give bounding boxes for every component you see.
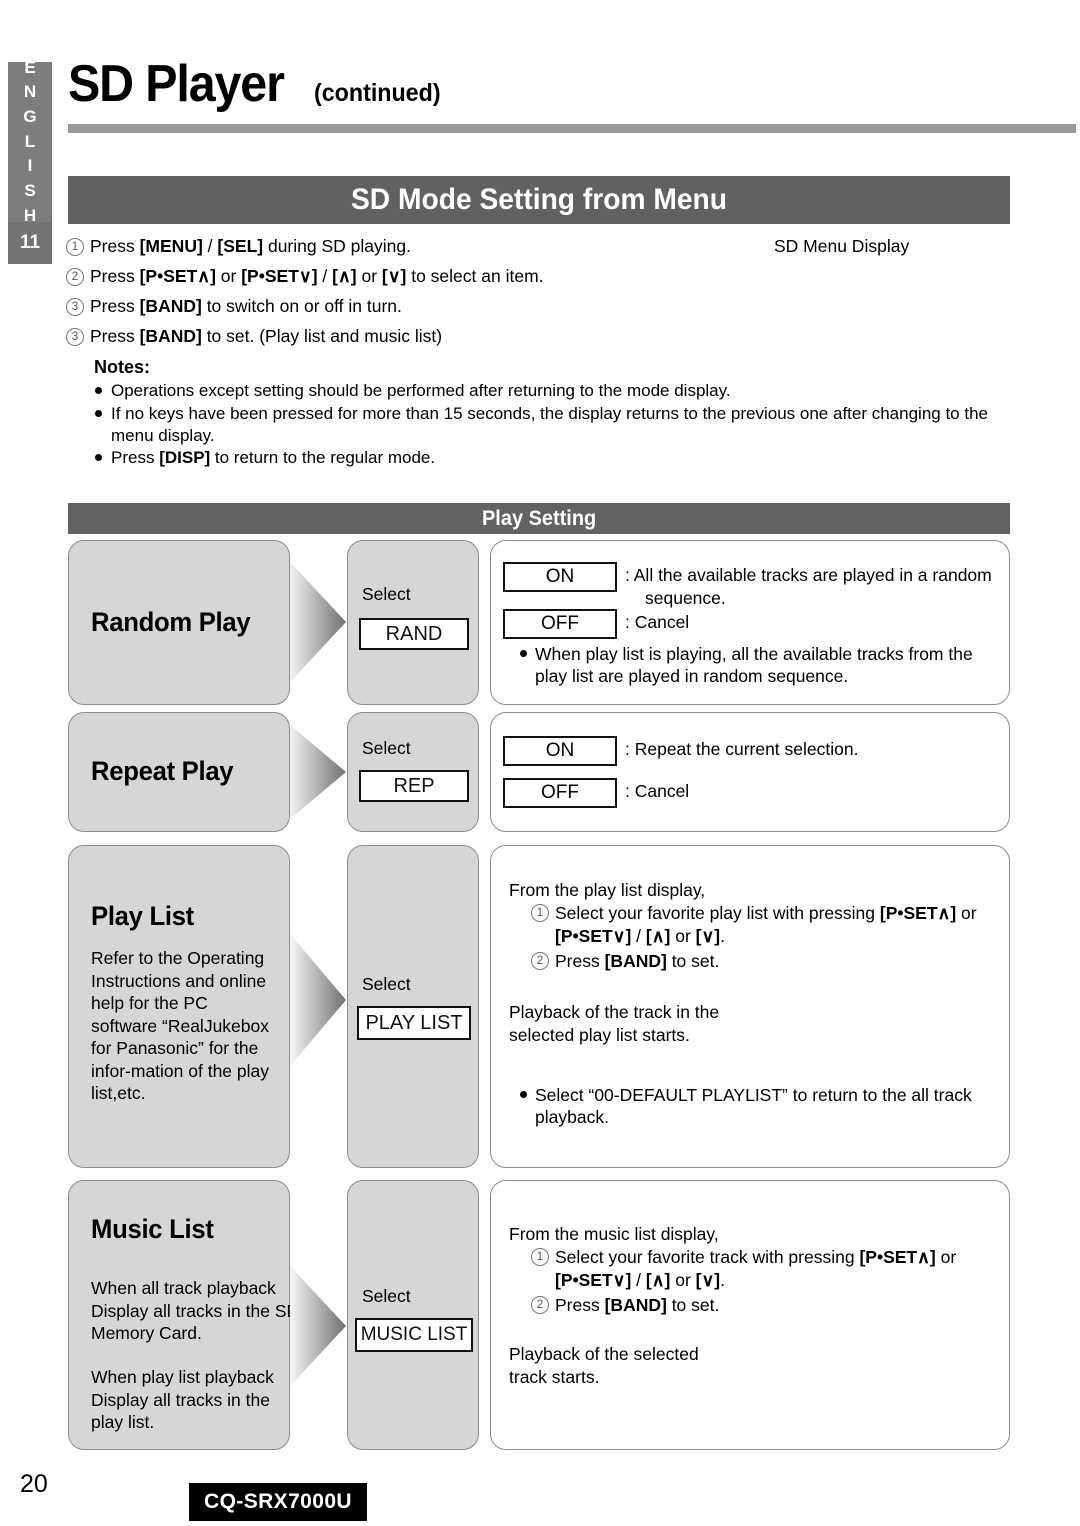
option-off[interactable]: OFF [503,778,617,808]
step-number: 2 [531,1296,549,1314]
flow-arrow-icon [288,558,348,686]
play-list-desc-result: Playback of the track in the selected pl… [509,1002,720,1045]
language-letter: S [24,180,36,200]
row-title: Play List [91,901,194,931]
page-title: SD Player (continued) [68,58,450,110]
step-item: 3 Press [BAND] to switch on or off in tu… [66,296,1016,316]
row-title: Repeat Play [91,756,234,786]
music-list-desc-intro: From the music list display, [509,1224,719,1244]
note-item: Press [DISP] to return to the regular mo… [94,447,1016,469]
step-number: 2 [531,952,549,970]
language-letter: N [23,82,37,102]
page-number: 20 [20,1470,48,1498]
step-number: 1 [531,904,549,922]
play-setting-banner: Play Setting [68,503,1010,534]
play-setting-banner-label: Play Setting [481,506,597,530]
setting-tag-rand[interactable]: RAND [359,618,469,650]
step-number: 1 [531,1248,549,1266]
play-list-desc-note: Select “00-DEFAULT PLAYLIST” to return t… [519,1084,1005,1129]
flow-arrow-icon [288,722,348,822]
option-on-desc: : All the available tracks are played in… [625,565,992,585]
step-text: Press [MENU] / [SEL] during SD playing. [90,236,411,256]
option-on[interactable]: ON [503,562,617,592]
section-banner: SD Mode Setting from Menu [68,176,1010,224]
music-list-desc-step1: 1 Select your favorite track with pressi… [531,1246,1025,1292]
step-item: 1 Press [MENU] / [SEL] during SD playing… [66,236,1016,256]
step-number: 2 [66,268,84,286]
row-title: Music List [91,1214,214,1244]
note-item: If no keys have been pressed for more th… [94,403,1011,447]
title-divider [68,124,1076,133]
select-label: Select [362,974,411,994]
repeat-play-description-box: ON : Repeat the current selection. OFF :… [490,712,1010,832]
flow-arrow-icon [288,1262,348,1390]
steps-list: SD Menu Display 1 Press [MENU] / [SEL] d… [66,236,1016,470]
random-play-title-box: Random Play [68,540,290,705]
play-list-title-box: Play List Refer to the Operating Instruc… [68,845,290,1168]
play-list-body: Refer to the Operating Instructions and … [91,948,270,1104]
language-letter: G [23,107,37,127]
page-title-suffix: (continued) [314,79,441,107]
flow-arrow-icon [288,930,348,1070]
language-letter: E [24,57,36,77]
manual-page: E N G L I S H 11 SD Player (continued) S… [0,0,1080,1526]
model-badge: CQ-SRX7000U [189,1483,367,1521]
setting-tag-music-list[interactable]: MUSIC LIST [355,1318,473,1352]
language-letter: I [27,156,33,176]
play-list-select-box: Select PLAY LIST [347,845,479,1168]
play-list-desc-step2: 2 Press [BAND] to set. [531,950,1025,973]
step-number: 3 [66,298,84,316]
section-banner-label: SD Mode Setting from Menu [351,183,727,216]
select-label: Select [362,1286,411,1306]
option-off-desc: : Cancel [625,612,690,632]
option-on-desc-cont: sequence. [645,588,726,608]
music-list-title-box: Music List When all track playback Displ… [68,1180,299,1450]
step-text: Press [P•SET∧] or [P•SET∨] / [∧] or [∨] … [90,266,544,286]
repeat-play-title-box: Repeat Play [68,712,290,832]
notes-title: Notes: [94,357,151,377]
row-title: Random Play [91,607,251,637]
language-letter: L [24,131,36,151]
random-play-select-box: Select RAND [347,540,479,705]
option-on[interactable]: ON [503,736,617,766]
option-off-desc: : Cancel [625,781,690,801]
random-play-note: When play list is playing, all the avail… [519,643,1005,688]
language-tab: E N G L I S H [8,58,52,225]
setting-tag-rep[interactable]: REP [359,770,469,802]
step-number: 1 [66,238,84,256]
step-text: Press [BAND] to set. (Play list and musi… [90,326,443,346]
play-list-desc-step1: 1 Select your favorite play list with pr… [531,902,1025,948]
setting-tag-play-list[interactable]: PLAY LIST [357,1006,471,1040]
music-list-select-box: Select MUSIC LIST [347,1180,479,1450]
select-label: Select [362,584,411,604]
music-list-desc-result: Playback of the selected track starts. [509,1344,699,1387]
step-text: Press [BAND] to switch on or off in turn… [90,296,402,316]
select-label: Select [362,738,411,758]
music-list-description-box: From the music list display, 1 Select yo… [490,1180,1010,1450]
repeat-play-select-box: Select REP [347,712,479,832]
play-list-desc-intro: From the play list display, [509,880,706,900]
option-on-desc: : Repeat the current selection. [625,739,859,759]
option-off[interactable]: OFF [503,609,617,639]
music-list-desc-step2: 2 Press [BAND] to set. [531,1294,1025,1317]
random-play-description-box: ON : All the available tracks are played… [490,540,1010,705]
music-list-body-b: When play list playback Display all trac… [91,1367,274,1433]
page-title-main: SD Player [68,55,285,113]
step-item: 3 Press [BAND] to set. (Play list and mu… [66,326,1016,346]
step-item: 2 Press [P•SET∧] or [P•SET∨] / [∧] or [∨… [66,266,1016,286]
play-list-description-box: From the play list display, 1 Select you… [490,845,1010,1168]
chapter-number-tab: 11 [8,222,52,264]
music-list-body-a: When all track playback Display all trac… [91,1278,300,1344]
note-item: Operations except setting should be perf… [94,380,1016,402]
step-number: 3 [66,328,84,346]
